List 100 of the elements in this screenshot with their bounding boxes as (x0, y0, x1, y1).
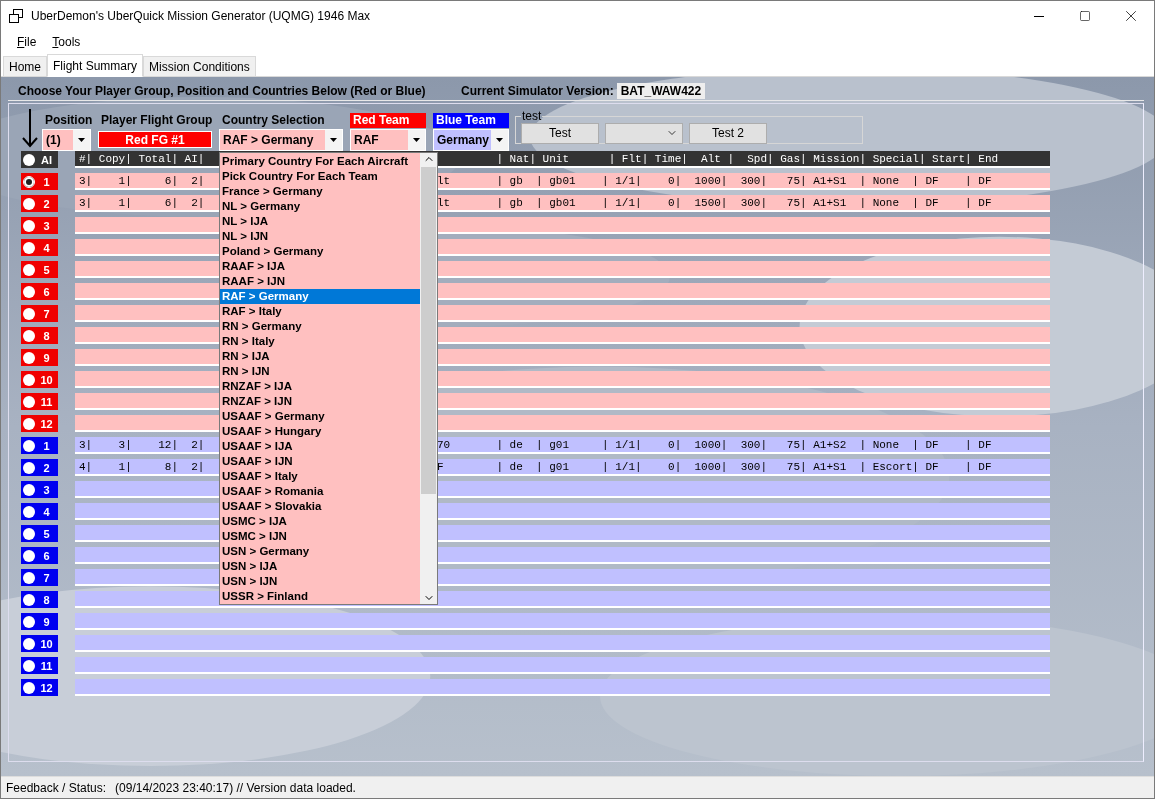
dropdown-option[interactable]: USMC > IJA (220, 514, 420, 529)
ai-label: AI (40, 153, 53, 166)
caret-icon (496, 138, 503, 142)
dropdown-option[interactable]: NL > Germany (220, 199, 420, 214)
row-text: 70 | de | g01 | 1/1| 0| 1000| 300| 75| A1+S2 | None | DF | DF (437, 438, 992, 451)
radio-button[interactable] (23, 153, 35, 166)
radio-button[interactable] (23, 241, 35, 254)
dropdown-option[interactable]: Primary Country For Each Aircraft (220, 154, 420, 169)
row-text: lt | gb | gb01 | 1/1| 0| 1000| 300| 75| A1+S1 | None | DF | DF (437, 174, 992, 187)
dropdown-option[interactable]: USN > IJA (220, 559, 420, 574)
slot-number: 7 (42, 307, 51, 320)
dropdown-option[interactable]: RN > Germany (220, 319, 420, 334)
radio-button[interactable] (23, 527, 35, 540)
minimize-icon (1034, 15, 1044, 17)
row-text: 3| 1| 6| 2| (79, 196, 205, 209)
radio-button[interactable] (23, 373, 35, 386)
slot-number: 5 (42, 527, 51, 540)
dropdown-option[interactable]: RAF > Germany (220, 289, 420, 304)
dropdown-option[interactable]: RN > IJA (220, 349, 420, 364)
radio-button[interactable] (23, 637, 35, 650)
slot-number: 12 (39, 417, 54, 430)
slot-number: 6 (42, 285, 51, 298)
dropdown-option[interactable]: RAF > Italy (220, 304, 420, 319)
scrollbar[interactable] (420, 153, 437, 604)
header-text: #| Copy| Total| AI| (79, 152, 205, 165)
row-text: 3| 1| 6| 2| (79, 174, 205, 187)
radio-button[interactable] (23, 659, 35, 672)
dropdown-option[interactable]: USN > IJN (220, 574, 420, 589)
dropdown-option[interactable]: USAAF > Slovakia (220, 499, 420, 514)
dropdown-option[interactable]: USN > Germany (220, 544, 420, 559)
slot-number: 3 (42, 219, 51, 232)
slot-number: 12 (39, 681, 54, 694)
slot-number: 6 (42, 549, 51, 562)
instructions-text: Choose Your Player Group, Position and Countries Below (Red or Blue) (18, 83, 427, 98)
radio-button[interactable] (23, 615, 35, 628)
tab[interactable]: Home (3, 56, 47, 76)
slot-number: 10 (39, 373, 54, 386)
row-text: 4| 1| 8| 2| (79, 460, 205, 473)
header-text: | Nat| Unit | Flt| Time| Alt | Spd| Gas| Mission| Special| Start| End (495, 152, 999, 165)
radio-button[interactable] (23, 505, 35, 518)
country-label: Country Selection (221, 113, 326, 128)
radio-button[interactable] (23, 175, 35, 188)
radio-button[interactable] (23, 571, 35, 584)
radio-button[interactable] (23, 285, 35, 298)
menu-item[interactable]: Tools (44, 33, 89, 51)
slot-number: 2 (42, 197, 51, 210)
radio-button[interactable] (23, 461, 35, 474)
down-arrow-icon (21, 108, 39, 148)
tab[interactable]: Flight Summary (47, 54, 144, 77)
team-dropdown[interactable]: RAF (350, 129, 426, 151)
dropdown-option[interactable]: RNZAF > IJA (220, 379, 420, 394)
slot-number: 4 (42, 505, 51, 518)
dropdown-option[interactable]: USAAF > Hungary (220, 424, 420, 439)
radio-button[interactable] (23, 351, 35, 364)
radio-button[interactable] (23, 593, 35, 606)
scroll-thumb[interactable] (421, 167, 436, 494)
tab[interactable]: Mission Conditions (143, 56, 256, 76)
window-icon (9, 9, 23, 23)
dropdown-option[interactable]: RNZAF > IJN (220, 394, 420, 409)
dropdown-option[interactable]: NL > IJN (220, 229, 420, 244)
radio-button[interactable] (23, 197, 35, 210)
team-label: Red Team (350, 113, 426, 128)
slot-number: 1 (42, 175, 51, 188)
dropdown-option[interactable]: USMC > IJN (220, 529, 420, 544)
radio-button[interactable] (23, 307, 35, 320)
caret-icon (78, 138, 85, 142)
position-dropdown[interactable]: (1) (42, 129, 91, 151)
dropdown-option[interactable]: USSR > Finland (220, 589, 420, 604)
window-title: UberDemon's UberQuick Mission Generator (UQMG) 1946 Max (31, 9, 372, 23)
status-label: Feedback / Status: (6, 780, 107, 795)
team-label: Blue Team (433, 113, 509, 128)
slot-number: 4 (42, 241, 51, 254)
radio-button[interactable] (23, 329, 35, 342)
radio-button[interactable] (23, 681, 35, 694)
test-button[interactable]: Test (521, 122, 599, 144)
team-dropdown[interactable]: Germany (433, 129, 509, 151)
radio-button[interactable] (23, 395, 35, 408)
slot-number: 1 (42, 439, 51, 452)
radio-button[interactable] (23, 263, 35, 276)
dropdown-option[interactable]: USAAF > Germany (220, 409, 420, 424)
radio-button[interactable] (23, 439, 35, 452)
dropdown-option[interactable]: RN > IJN (220, 364, 420, 379)
slot-number: 2 (42, 461, 51, 474)
dropdown-option[interactable]: RAAF > IJN (220, 274, 420, 289)
dropdown-option[interactable]: RAAF > IJA (220, 259, 420, 274)
country-dropdown[interactable]: RAF > Germany (219, 129, 343, 151)
menu-item[interactable]: File (9, 33, 45, 51)
dropdown-option[interactable]: USAAF > Romania (220, 484, 420, 499)
radio-button[interactable] (23, 417, 35, 430)
slot-number: 9 (42, 351, 51, 364)
test-button[interactable]: Test 2 (689, 122, 767, 144)
dropdown-option[interactable]: Poland > Germany (220, 244, 420, 259)
dropdown-option[interactable]: USAAF > IJA (220, 439, 420, 454)
slot-number: 5 (42, 263, 51, 276)
radio-button[interactable] (23, 549, 35, 562)
radio-button[interactable] (23, 483, 35, 496)
dropdown-option[interactable]: NL > IJA (220, 214, 420, 229)
status-message: (09/14/2023 23:40:17) // Version data loaded. (115, 780, 356, 795)
dropdown-option[interactable]: RN > Italy (220, 334, 420, 349)
radio-button[interactable] (23, 219, 35, 232)
